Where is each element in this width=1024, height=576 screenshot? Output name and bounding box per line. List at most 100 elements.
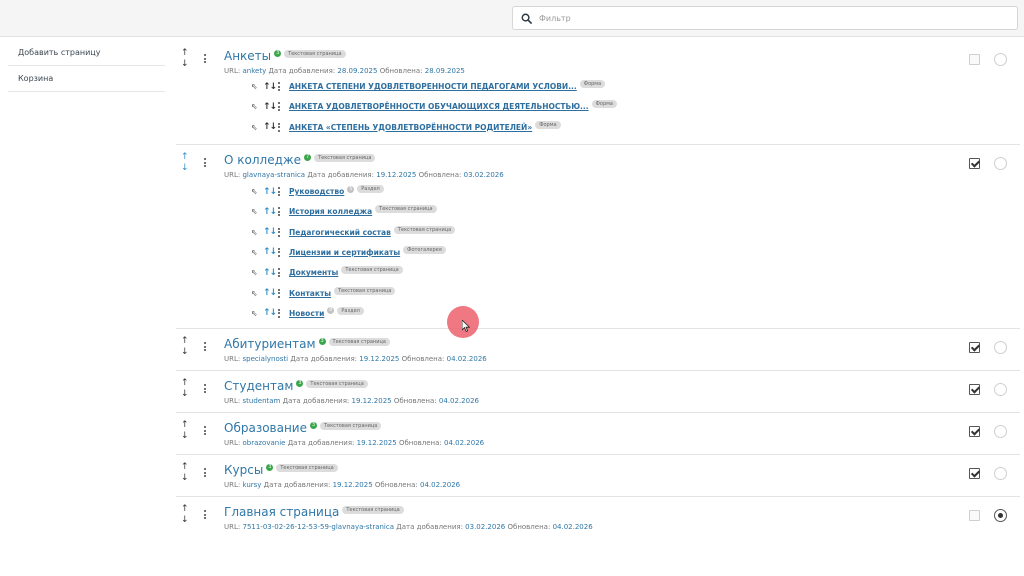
reorder-arrows-icon[interactable]: ↑↓ <box>263 308 278 318</box>
page-url: specialynosti <box>242 355 289 363</box>
main-page-radio[interactable] <box>994 425 1007 438</box>
reorder-arrows-icon[interactable]: ↑↓ <box>263 187 278 197</box>
pin-icon[interactable]: ⇖ <box>251 123 263 132</box>
publish-checkbox[interactable] <box>969 468 980 479</box>
child-page-link[interactable]: Педагогический состав <box>289 228 391 237</box>
reorder-arrows-icon[interactable]: ↑↓ <box>263 288 278 298</box>
page-title[interactable]: Образование <box>224 421 307 435</box>
row-menu-icon[interactable] <box>204 510 207 519</box>
reorder-arrows-icon[interactable]: ↑↓ <box>263 102 278 112</box>
main-page-radio[interactable] <box>994 341 1007 354</box>
main-page-radio[interactable] <box>994 383 1007 396</box>
child-menu-icon[interactable] <box>278 207 281 217</box>
reorder-arrows-icon[interactable]: ↑↓ <box>263 82 278 92</box>
page-title[interactable]: О колледже <box>224 153 301 167</box>
publish-checkbox[interactable] <box>969 384 980 395</box>
child-page-link[interactable]: Руководство <box>289 187 344 196</box>
pin-icon[interactable]: ⇖ <box>251 187 263 196</box>
row-menu-icon[interactable] <box>204 342 207 351</box>
child-menu-icon[interactable] <box>278 122 281 132</box>
child-menu-icon[interactable] <box>278 308 281 318</box>
move-down-arrow-icon[interactable]: ↓ <box>181 432 189 441</box>
move-up-arrow-icon[interactable]: ↑ <box>181 49 189 58</box>
filter-input[interactable] <box>539 13 999 23</box>
main-page-radio[interactable] <box>994 509 1007 522</box>
row-menu-icon[interactable] <box>204 426 207 435</box>
main-page-radio[interactable] <box>994 157 1007 170</box>
child-page-link[interactable]: История колледжа <box>289 207 372 216</box>
pin-icon[interactable]: ⇖ <box>251 289 263 298</box>
reorder-arrows-icon[interactable]: ↑↓ <box>263 247 278 257</box>
main-page-radio[interactable] <box>994 467 1007 480</box>
move-up-arrow-icon[interactable]: ↑ <box>181 505 189 514</box>
child-page-link[interactable]: Лицензии и сертификаты <box>289 248 400 257</box>
page-title-link[interactable]: О колледже 7 Текстовая страница <box>224 153 376 167</box>
child-menu-icon[interactable] <box>278 268 281 278</box>
page-title-link[interactable]: Анкеты 3 Текстовая страница <box>224 49 346 63</box>
publish-checkbox[interactable] <box>969 426 980 437</box>
page-title-link[interactable]: Абитуриентам 3 Текстовая страница <box>224 337 390 351</box>
reorder-arrows-icon[interactable]: ↑↓ <box>263 227 278 237</box>
page-title-link[interactable]: Курсы 3 Текстовая страница <box>224 463 338 477</box>
child-page-item: ⇖ ↑↓ АНКЕТА УДОВЛЕТВОРЁННОСТИ ОБУЧАЮЩИХС… <box>251 100 617 113</box>
child-menu-icon[interactable] <box>278 102 281 112</box>
child-type-tag: Фотогалерея <box>403 245 446 254</box>
child-menu-icon[interactable] <box>278 187 281 196</box>
page-title[interactable]: Студентам <box>224 379 293 393</box>
sidebar-item-add-page[interactable]: Добавить страницу <box>8 40 165 66</box>
move-up-arrow-icon[interactable]: ↑ <box>181 337 189 346</box>
filter-box[interactable] <box>512 6 1018 30</box>
child-page-link[interactable]: АНКЕТА «СТЕПЕНЬ УДОВЛЕТВОРЁННОСТИ РОДИТЕ… <box>289 123 532 132</box>
move-down-arrow-icon[interactable]: ↓ <box>181 516 189 525</box>
row-menu-icon[interactable] <box>204 468 207 477</box>
child-page-link[interactable]: АНКЕТА СТЕПЕНИ УДОВЛЕТВОРЕННОСТИ ПЕДАГОГ… <box>289 82 577 91</box>
child-menu-icon[interactable] <box>278 82 281 91</box>
child-menu-icon[interactable] <box>278 247 281 257</box>
sidebar-item-trash[interactable]: Корзина <box>8 66 165 92</box>
child-page-link[interactable]: Контакты <box>289 289 331 298</box>
move-down-arrow-icon[interactable]: ↓ <box>181 390 189 399</box>
publish-checkbox[interactable] <box>969 158 980 169</box>
move-up-arrow-icon[interactable]: ↑ <box>181 463 189 472</box>
pin-icon[interactable]: ⇖ <box>251 309 263 318</box>
child-menu-icon[interactable] <box>278 288 281 298</box>
pin-icon[interactable]: ⇖ <box>251 102 263 111</box>
page-title[interactable]: Анкеты <box>224 49 271 63</box>
page-title[interactable]: Главная страница <box>224 505 339 519</box>
move-down-arrow-icon[interactable]: ↓ <box>181 474 189 483</box>
reorder-arrows-icon[interactable]: ↑↓ <box>263 268 278 278</box>
publish-checkbox[interactable] <box>969 342 980 353</box>
child-count-badge: 5 <box>347 185 355 193</box>
child-page-link[interactable]: Документы <box>289 268 338 277</box>
row-menu-icon[interactable] <box>204 54 207 63</box>
move-down-arrow-icon[interactable]: ↓ <box>181 60 189 69</box>
page-meta: URL: kursy Дата добавления: 19.12.2025 О… <box>224 481 460 489</box>
move-down-arrow-icon[interactable]: ↓ <box>181 164 189 173</box>
row-menu-icon[interactable] <box>204 384 207 393</box>
pin-icon[interactable]: ⇖ <box>251 207 263 216</box>
pin-icon[interactable]: ⇖ <box>251 268 263 277</box>
child-menu-icon[interactable] <box>278 227 281 237</box>
page-meta: URL: obrazovanie Дата добавления: 19.12.… <box>224 439 484 447</box>
page-title-link[interactable]: Студентам 3 Текстовая страница <box>224 379 368 393</box>
move-up-arrow-icon[interactable]: ↑ <box>181 379 189 388</box>
publish-checkbox[interactable] <box>969 54 980 65</box>
row-menu-icon[interactable] <box>204 158 207 167</box>
publish-checkbox[interactable] <box>969 510 980 521</box>
reorder-arrows-icon[interactable]: ↑↓ <box>263 122 278 132</box>
page-title[interactable]: Курсы <box>224 463 263 477</box>
page-title[interactable]: Абитуриентам <box>224 337 316 351</box>
child-page-link[interactable]: Новости <box>289 309 324 318</box>
page-title-link[interactable]: Образование 3 Текстовая страница <box>224 421 382 435</box>
child-page-link[interactable]: АНКЕТА УДОВЛЕТВОРЁННОСТИ ОБУЧАЮЩИХСЯ ДЕЯ… <box>289 102 589 111</box>
added-date: 19.12.2025 <box>332 481 373 489</box>
main-page-radio[interactable] <box>994 53 1007 66</box>
pin-icon[interactable]: ⇖ <box>251 248 263 257</box>
move-up-arrow-icon[interactable]: ↑ <box>181 421 189 430</box>
reorder-arrows-icon[interactable]: ↑↓ <box>263 207 278 217</box>
page-title-link[interactable]: Главная страница Текстовая страница <box>224 505 404 519</box>
pin-icon[interactable]: ⇖ <box>251 82 263 91</box>
move-up-arrow-icon[interactable]: ↑ <box>181 153 189 162</box>
pin-icon[interactable]: ⇖ <box>251 228 263 237</box>
move-down-arrow-icon[interactable]: ↓ <box>181 348 189 357</box>
